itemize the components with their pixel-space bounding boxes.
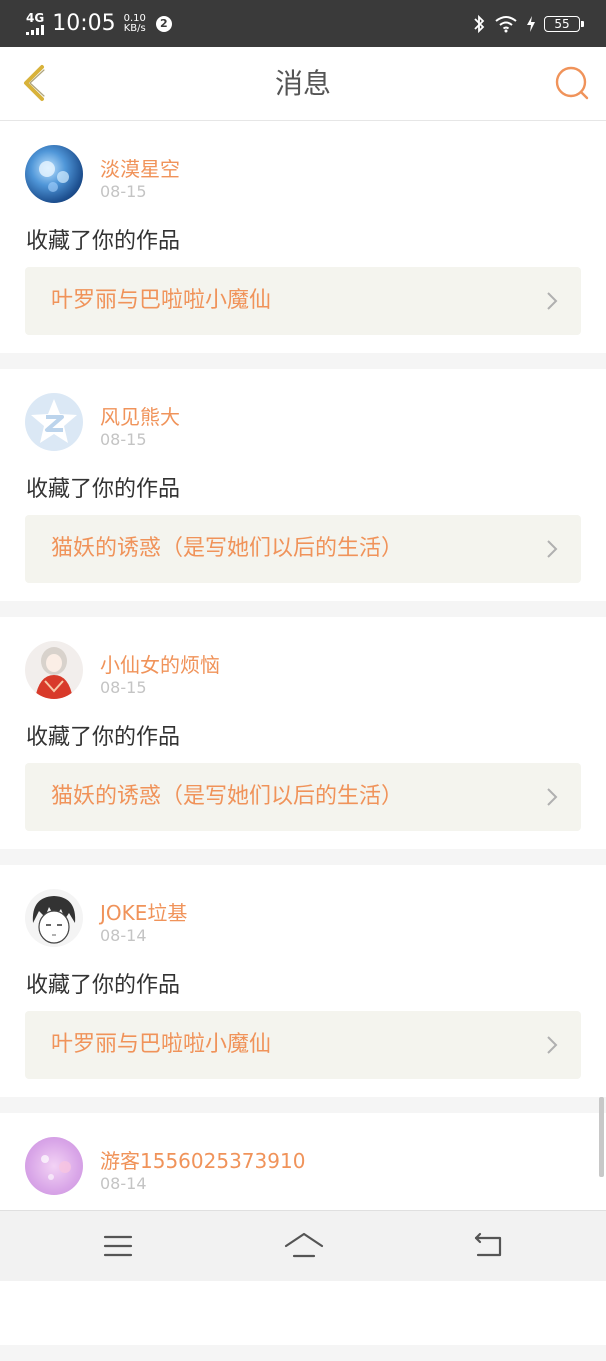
charging-icon <box>527 15 535 32</box>
speed-unit: KB/s <box>123 22 146 34</box>
clock: 10:05 <box>52 11 116 36</box>
scrollbar[interactable] <box>599 1097 604 1177</box>
chevron-right-icon <box>547 292 558 310</box>
username[interactable]: 淡漠星空 <box>100 153 180 182</box>
avatar-art <box>39 161 69 192</box>
chevron-right-icon <box>547 1036 558 1054</box>
menu-icon <box>103 1235 133 1257</box>
signal-icon <box>26 24 44 35</box>
status-right: 55 <box>472 0 584 47</box>
speed-value: 0.10 <box>123 12 146 24</box>
search-icon <box>555 66 589 100</box>
message-list: 淡漠星空 08-15 收藏了你的作品 叶罗丽与巴啦啦小魔仙 风见熊大 08-15… <box>0 121 606 1361</box>
search-button[interactable] <box>552 63 592 103</box>
message-action: 收藏了你的作品 <box>26 725 181 750</box>
return-icon <box>474 1232 502 1257</box>
system-nav-bar <box>0 1210 606 1281</box>
network-type: 4G <box>26 10 45 25</box>
message-date: 08-15 <box>100 678 147 697</box>
battery-icon: 55 <box>544 15 584 32</box>
work-link[interactable]: 叶罗丽与巴啦啦小魔仙 <box>25 267 581 335</box>
home-button[interactable] <box>283 1228 325 1264</box>
network-indicator: 4G <box>26 10 45 35</box>
message-card: JOKE垃基 08-14 收藏了你的作品 叶罗丽与巴啦啦小魔仙 <box>0 865 606 1097</box>
chevron-right-icon <box>547 540 558 558</box>
message-card: 淡漠星空 08-15 收藏了你的作品 叶罗丽与巴啦啦小魔仙 <box>0 121 606 353</box>
avatar-art <box>41 1155 71 1180</box>
avatar[interactable] <box>25 145 83 203</box>
username[interactable]: 游客1556025373910 <box>100 1145 305 1174</box>
message-date: 08-15 <box>100 182 147 201</box>
message-action: 收藏了你的作品 <box>26 229 181 254</box>
work-link[interactable]: 叶罗丽与巴啦啦小魔仙 <box>25 1011 581 1079</box>
wifi-icon <box>495 15 517 32</box>
message-card: 小仙女的烦恼 08-15 收藏了你的作品 猫妖的诱惑（是写她们以后的生活） <box>0 617 606 849</box>
message-card: 风见熊大 08-15 收藏了你的作品 猫妖的诱惑（是写她们以后的生活） <box>0 369 606 601</box>
avatar-art <box>32 896 76 944</box>
app-header: 消息 <box>0 47 606 121</box>
message-action: 收藏了你的作品 <box>26 973 181 998</box>
network-speed: 0.10 KB/s <box>123 12 146 34</box>
default-avatar-icon <box>31 399 77 443</box>
username[interactable]: 小仙女的烦恼 <box>100 649 220 678</box>
battery-level: 55 <box>554 16 570 31</box>
menu-button[interactable] <box>100 1228 136 1264</box>
status-bar: 4G 10:05 0.10 KB/s 2 55 <box>0 0 606 47</box>
bluetooth-icon <box>474 14 485 33</box>
status-left: 4G 10:05 0.10 KB/s 2 <box>26 0 172 47</box>
message-date: 08-14 <box>100 1174 147 1193</box>
work-title: 猫妖的诱惑（是写她们以后的生活） <box>51 536 404 561</box>
chevron-right-icon <box>547 788 558 806</box>
notification-badge: 2 <box>155 15 172 32</box>
message-action: 收藏了你的作品 <box>26 477 181 502</box>
username[interactable]: 风见熊大 <box>100 401 180 430</box>
work-title: 猫妖的诱惑（是写她们以后的生活） <box>51 784 404 809</box>
username[interactable]: JOKE垃基 <box>100 897 187 926</box>
work-title: 叶罗丽与巴啦啦小魔仙 <box>51 288 272 313</box>
message-date: 08-15 <box>100 430 147 449</box>
avatar[interactable] <box>25 889 83 947</box>
work-link[interactable]: 猫妖的诱惑（是写她们以后的生活） <box>25 763 581 831</box>
message-date: 08-14 <box>100 926 147 945</box>
work-link[interactable]: 猫妖的诱惑（是写她们以后的生活） <box>25 515 581 583</box>
avatar[interactable] <box>25 1137 83 1195</box>
back-nav-button[interactable] <box>470 1228 506 1264</box>
work-title: 叶罗丽与巴啦啦小魔仙 <box>51 1032 272 1057</box>
avatar[interactable] <box>25 641 83 699</box>
avatar[interactable] <box>25 393 83 451</box>
page-title: 消息 <box>274 67 331 100</box>
avatar-art <box>35 647 73 699</box>
home-icon <box>284 1232 324 1258</box>
